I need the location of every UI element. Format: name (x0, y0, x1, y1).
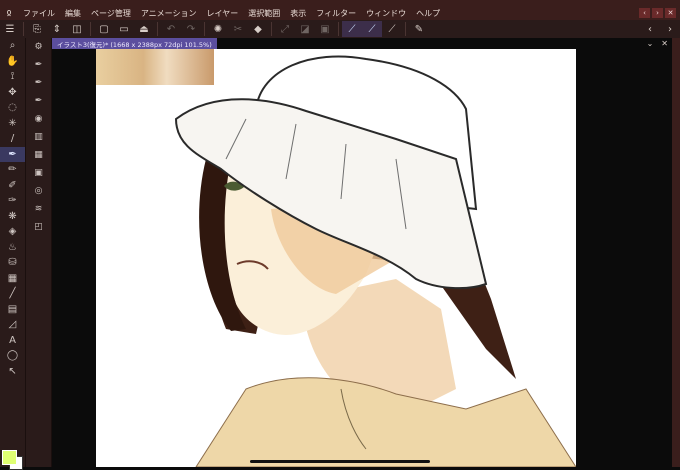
fill-bucket-icon[interactable]: ⛁ (0, 255, 25, 271)
menu-page[interactable]: ページ管理 (86, 8, 136, 19)
hand-icon[interactable]: ✋ (0, 54, 25, 70)
divider (204, 22, 205, 36)
menu-selection[interactable]: 選択範囲 (243, 8, 285, 19)
correct-line-icon[interactable]: ↖ (0, 364, 25, 380)
menu-file[interactable]: ファイル (18, 8, 60, 19)
navigator-icon[interactable]: ◰ (26, 218, 51, 236)
drawing-canvas[interactable] (96, 49, 576, 467)
clear-icon[interactable]: ✺ (208, 21, 228, 37)
command-bar: ☰ ⎘ ⇕ ◫ ▢ ▭ ⏏ ↶ ↷ ✺ ✂ ◆ ⤢ ◪ ▣ ⟋ ⟋ ⟋ ✎ ‹ … (0, 20, 680, 39)
chevron-down-icon[interactable]: ⌄ (647, 39, 654, 48)
new-canvas-icon[interactable]: ▢ (94, 21, 114, 37)
color-swatches (2, 450, 24, 470)
chevron-left-icon[interactable]: ‹ (640, 21, 660, 37)
divider (405, 22, 406, 36)
pencil-icon[interactable]: ✏ (0, 162, 25, 178)
chevron-right-icon[interactable]: › (652, 8, 663, 18)
transform-icon[interactable]: ⤢ (275, 21, 295, 37)
main-color-swatch[interactable] (2, 450, 17, 465)
edit-settings-icon[interactable]: ✎ (409, 21, 429, 37)
snap-ruler-icon[interactable]: ⟋ (342, 21, 362, 37)
hamburger-icon[interactable]: ☰ (0, 21, 20, 37)
menu-view[interactable]: 表示 (285, 8, 311, 19)
redo-icon[interactable]: ↷ (181, 21, 201, 37)
airbrush-icon[interactable]: ✑ (0, 193, 25, 209)
menu-help[interactable]: ヘルプ (411, 8, 445, 19)
magic-wand-icon[interactable]: ✳ (0, 116, 25, 132)
eyedropper-icon[interactable]: ⟟ (0, 69, 25, 85)
undo-icon[interactable]: ↶ (161, 21, 181, 37)
menu-layer[interactable]: レイヤー (202, 8, 244, 19)
divider (23, 22, 24, 36)
text-icon[interactable]: A (0, 333, 25, 349)
color-wheel-icon[interactable]: ▦ (26, 146, 51, 164)
quick-access-icon[interactable]: ◫ (67, 21, 87, 37)
divider (157, 22, 158, 36)
layer-property-icon[interactable]: ◎ (26, 182, 51, 200)
menu-window[interactable]: ウィンドウ (361, 8, 411, 19)
subtool-marker-icon[interactable]: ✒ (26, 74, 51, 92)
save-icon[interactable]: ⏏ (134, 21, 154, 37)
close-icon[interactable]: ✕ (665, 8, 676, 18)
gradient-icon[interactable]: ▦ (0, 271, 25, 287)
divider (338, 22, 339, 36)
menu-edit[interactable]: 編集 (60, 8, 86, 19)
snap-grid-icon[interactable]: ⟋ (382, 21, 402, 37)
blend-icon[interactable]: ♨ (0, 240, 25, 256)
decoration-icon[interactable]: ❋ (0, 209, 25, 225)
open-folder-icon[interactable]: ▭ (114, 21, 134, 37)
frame-icon[interactable]: ▤ (0, 302, 25, 318)
chevron-left-icon[interactable]: ‹ (639, 8, 650, 18)
menu-filter[interactable]: フィルター (311, 8, 361, 19)
shirt (195, 377, 576, 467)
subtool-pen-icon[interactable]: ✒ (26, 56, 51, 74)
sub-tool-bar: ⚙ ✒ ✒ ✒ ◉ ▥ ▦ ▣ ◎ ≋ ◰ (26, 38, 52, 467)
divider (90, 22, 91, 36)
zoom-icon[interactable]: ⌕ (0, 38, 25, 54)
app-logo-icon[interactable]: ჲ (0, 8, 18, 18)
brush-icon[interactable]: ✐ (0, 178, 25, 194)
illustration (174, 55, 576, 467)
settings-icon[interactable]: ⚙ (26, 38, 51, 56)
chevron-right-icon[interactable]: › (660, 21, 680, 37)
menu-animation[interactable]: アニメーション (136, 8, 202, 19)
right-panel-edge (672, 38, 680, 467)
home-indicator (250, 460, 430, 463)
tool-palette: ⌕ ✋ ⟟ ✥ ◌ ✳ / ✒ ✏ ✐ ✑ ❋ ◈ ♨ ⛁ ▦ ╱ ▤ ◿ A … (0, 38, 26, 470)
layer-icon[interactable]: ▣ (26, 164, 51, 182)
brush-size-icon[interactable]: ▥ (26, 128, 51, 146)
cut-icon[interactable]: ✂ (228, 21, 248, 37)
layers-stack-icon[interactable]: ≋ (26, 200, 51, 218)
document-tab-strip: イラスト3(復元)* (1668 x 2388px 72dpi 101.5%) … (52, 38, 672, 49)
move-icon[interactable]: ✥ (0, 85, 25, 101)
pipette-icon[interactable]: / (0, 131, 25, 147)
balloon-icon[interactable]: ◯ (0, 348, 25, 364)
new-file-icon[interactable]: ⎘ (27, 21, 47, 37)
snap-special-ruler-icon[interactable]: ⟋ (362, 21, 382, 37)
eraser-icon[interactable]: ◈ (0, 224, 25, 240)
fill-icon[interactable]: ◆ (248, 21, 268, 37)
subtool-brush-icon[interactable]: ✒ (26, 92, 51, 110)
spin-icon[interactable]: ⇕ (47, 21, 67, 37)
divider (271, 22, 272, 36)
ruler-icon[interactable]: ◿ (0, 317, 25, 333)
pen-icon[interactable]: ✒ (0, 146, 25, 162)
menu-bar: ჲ ファイル 編集 ページ管理 アニメーション レイヤー 選択範囲 表示 フィル… (0, 6, 680, 20)
figure-icon[interactable]: ╱ (0, 286, 25, 302)
lasso-icon[interactable]: ◌ (0, 100, 25, 116)
select-all-icon[interactable]: ▣ (315, 21, 335, 37)
document-tab[interactable]: イラスト3(復元)* (1668 x 2388px 72dpi 101.5%) (52, 38, 217, 49)
tool-property-icon[interactable]: ◉ (26, 110, 51, 128)
deselect-icon[interactable]: ◪ (295, 21, 315, 37)
tab-close-icon[interactable]: ✕ (661, 39, 668, 48)
